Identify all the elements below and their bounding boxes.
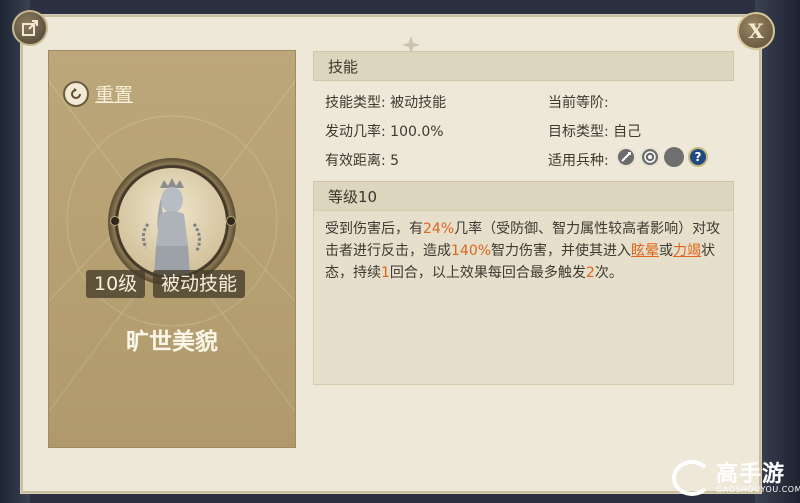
close-icon: X <box>748 19 764 43</box>
brand-logo-icon <box>672 460 712 496</box>
status-link-stun[interactable]: 眩晕 <box>631 243 659 259</box>
portrait-image <box>118 168 226 276</box>
duration-value: 1 <box>381 265 390 281</box>
share-button[interactable] <box>12 10 48 46</box>
watermark-domain: GAOSHOUYOU.COM <box>716 485 800 494</box>
chance-value: 24% <box>423 221 455 237</box>
level-section-header: 等级10 <box>313 181 734 211</box>
statue-figure-icon <box>141 178 201 276</box>
watermark-brand: 高手游 <box>716 462 786 487</box>
skill-name: 旷世美貌 <box>126 329 218 355</box>
current-level-label: 当前等阶: <box>548 95 609 111</box>
status-link-exhaust[interactable]: 力竭 <box>673 243 701 259</box>
skill-type-value: 被动技能 <box>390 95 447 111</box>
desc-text: 智力伤害，并使其进入 <box>491 243 632 259</box>
ring-rivet <box>110 216 120 226</box>
skill-portrait <box>108 158 236 286</box>
trigger-rate-value: 100.0% <box>390 124 444 140</box>
target-type-row: 目标类型: 自己 <box>548 121 641 141</box>
trigger-rate-label: 发动几率: <box>325 124 386 140</box>
unit-type-icons: ? <box>616 147 708 167</box>
desc-text: 回合，以上效果每回合最多触发 <box>389 265 586 281</box>
reset-label: 重置 <box>95 84 134 106</box>
target-icon[interactable] <box>640 147 660 167</box>
skill-type-row: 技能类型: 被动技能 <box>325 92 446 112</box>
desc-text: 次。 <box>594 265 623 281</box>
damage-value: 140% <box>451 243 492 259</box>
share-icon <box>22 20 38 36</box>
circle-icon[interactable] <box>664 147 684 167</box>
close-button[interactable]: X <box>737 12 775 50</box>
site-watermark: 高手游 GAOSHOUYOU.COM <box>672 456 800 500</box>
reset-button[interactable]: 重置 <box>63 80 133 107</box>
max-triggers-value: 2 <box>585 265 595 281</box>
skill-level-tag: 10级 <box>86 270 146 298</box>
target-type-label: 目标类型: <box>548 124 609 140</box>
unit-types-label: 适用兵种: <box>548 153 609 169</box>
skill-type-tag: 被动技能 <box>153 270 246 298</box>
skill-description: 受到伤害后，有24%几率（受防御、智力属性较高者影响）对攻击者进行反击，造成14… <box>325 218 727 284</box>
reset-icon <box>63 80 89 107</box>
range-row: 有效距离: 5 <box>325 150 399 170</box>
range-value: 5 <box>390 153 400 169</box>
range-label: 有效距离: <box>325 153 386 169</box>
question-icon[interactable]: ? <box>688 147 708 167</box>
sword-icon[interactable] <box>616 147 636 167</box>
desc-text: 或 <box>659 243 674 259</box>
ring-rivet <box>226 216 236 226</box>
trigger-rate-row: 发动几率: 100.0% <box>325 121 444 141</box>
skill-type-label: 技能类型: <box>325 95 386 111</box>
skill-section-header: 技能 <box>313 51 734 81</box>
target-type-value: 自己 <box>613 124 642 140</box>
desc-text: 受到伤害后，有 <box>325 221 423 237</box>
